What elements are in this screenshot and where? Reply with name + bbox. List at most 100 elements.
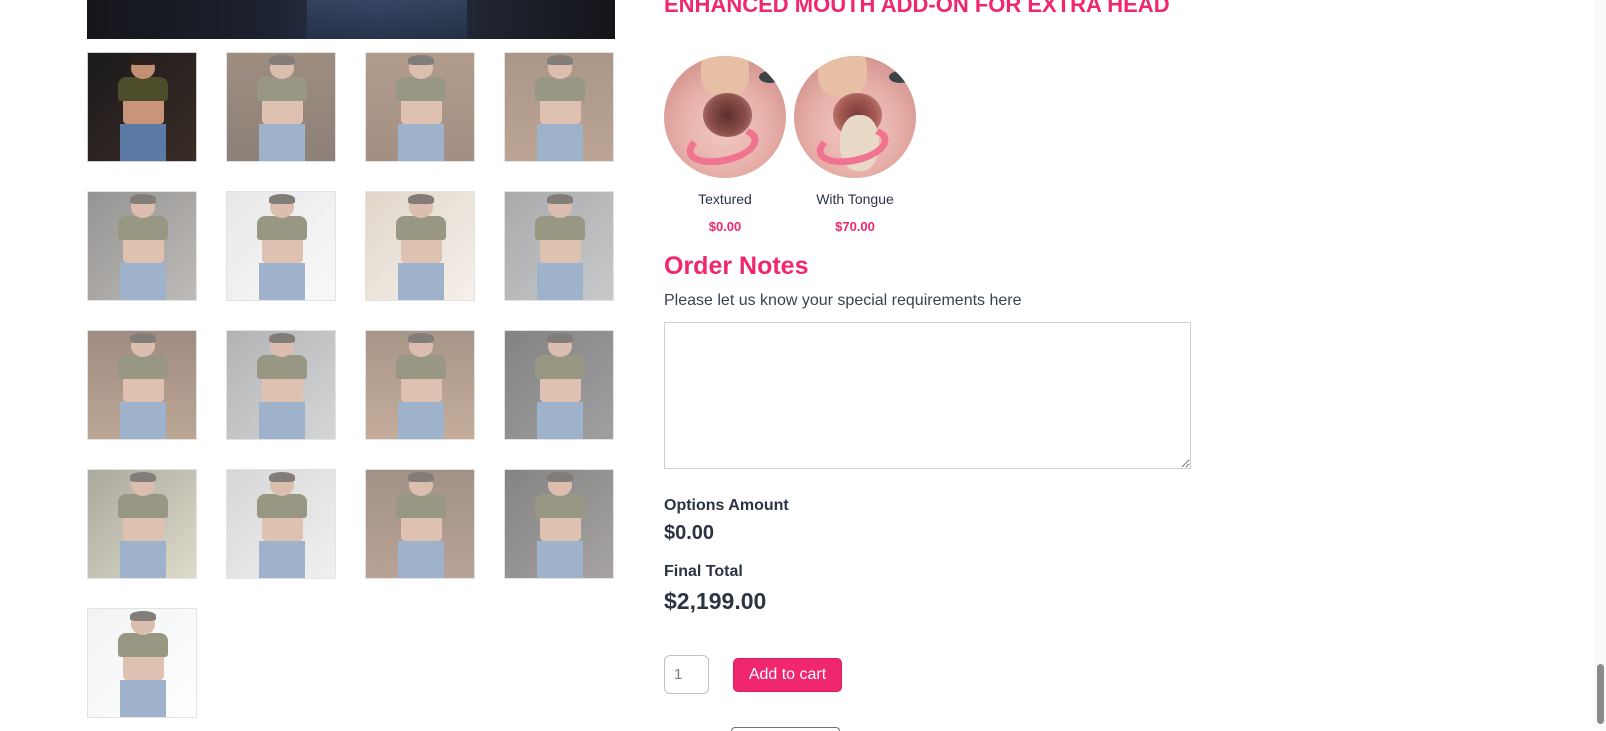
thumbnail-hair (269, 194, 296, 204)
thumbnail-background (88, 331, 196, 439)
thumbnail-legs (537, 263, 583, 300)
thumbnail-head (270, 335, 294, 357)
thumbnail-torso (261, 96, 303, 125)
thumbnail-background (227, 192, 335, 300)
order-notes-hint: Please let us know your special requirem… (664, 292, 1022, 309)
thumbnail-torso (400, 513, 442, 542)
gallery-thumbnail[interactable] (504, 52, 614, 162)
gallery-thumbnail[interactable] (365, 469, 475, 579)
gallery-thumbnail[interactable] (87, 330, 197, 440)
option-with-tongue[interactable]: With Tongue $70.00 (794, 56, 916, 234)
thumbnail-hair (269, 55, 296, 65)
textured-swatch-image[interactable] (664, 56, 786, 178)
thumbnail-hair (130, 472, 157, 482)
gallery-thumbnail[interactable] (87, 52, 197, 162)
thumbnail-shirt (396, 493, 446, 518)
order-notes-heading: Order Notes (664, 252, 809, 280)
quantity-input[interactable] (664, 655, 709, 694)
gallery-thumbnail[interactable] (226, 191, 336, 301)
thumbnail-torso (539, 374, 581, 403)
addon-title: ENHANCED MOUTH ADD-ON FOR EXTRA HEAD (664, 0, 1170, 17)
thumbnail-hair (408, 333, 435, 343)
thumbnail-head (548, 57, 572, 79)
gallery-thumbnail[interactable] (504, 469, 614, 579)
thumbnail-background (366, 470, 474, 578)
add-to-cart-button[interactable]: Add to cart (733, 658, 842, 692)
thumbnail-head (270, 474, 294, 496)
thumbnail-background (227, 470, 335, 578)
thumbnail-background (366, 331, 474, 439)
final-total-label: Final Total (664, 563, 743, 580)
thumbnail-hair (269, 333, 296, 343)
thumbnail-background (227, 331, 335, 439)
thumbnail-head (131, 474, 155, 496)
main-product-image[interactable] (87, 0, 615, 39)
swatch-finger (700, 56, 750, 98)
thumbnail-torso (539, 96, 581, 125)
swatch-eye (759, 70, 782, 83)
thumbnail-hair (547, 333, 574, 343)
thumbnail-legs (537, 402, 583, 439)
option-label: With Tongue (816, 191, 894, 207)
option-label: Textured (698, 191, 752, 207)
thumbnail-background (505, 470, 613, 578)
gallery-thumbnail[interactable] (365, 191, 475, 301)
thumbnail-background (88, 470, 196, 578)
gallery-thumbnail[interactable] (226, 330, 336, 440)
thumbnail-hair (547, 55, 574, 65)
thumbnail-torso (400, 235, 442, 264)
thumbnail-shirt (535, 354, 585, 379)
thumbnail-torso (122, 235, 164, 264)
thumbnail-hair (408, 472, 435, 482)
thumbnail-torso (122, 374, 164, 403)
option-price: $70.00 (835, 219, 875, 234)
thumbnail-hair (408, 194, 435, 204)
gallery-thumbnail[interactable] (87, 191, 197, 301)
swatch-finger (818, 56, 868, 98)
thumbnail-hair (130, 194, 157, 204)
gallery-thumbnail[interactable] (226, 469, 336, 579)
thumbnail-legs (259, 124, 305, 161)
thumbnail-shirt (535, 76, 585, 101)
thumbnail-shirt (396, 76, 446, 101)
scrollbar-thumb[interactable] (1597, 664, 1604, 724)
options-amount-label: Options Amount (664, 497, 789, 514)
thumbnail-background (366, 53, 474, 161)
thumbnail-hair (547, 472, 574, 482)
gallery-thumbnail[interactable] (365, 52, 475, 162)
thumbnail-legs (259, 263, 305, 300)
thumbnail-shirt (396, 354, 446, 379)
thumbnail-head (409, 57, 433, 79)
thumbnail-shirt (118, 632, 168, 657)
thumbnail-hair (130, 611, 157, 621)
order-notes-textarea[interactable] (664, 322, 1191, 469)
page-scrollbar[interactable] (1594, 0, 1606, 729)
thumbnail-torso (261, 374, 303, 403)
gallery-thumbnail[interactable] (504, 330, 614, 440)
gallery-thumbnail[interactable] (226, 52, 336, 162)
thumbnail-legs (120, 263, 166, 300)
thumbnail-torso (261, 513, 303, 542)
thumbnail-background (505, 331, 613, 439)
gallery-thumbnail[interactable] (87, 469, 197, 579)
thumbnail-legs (120, 541, 166, 578)
thumbnail-legs (537, 124, 583, 161)
thumbnail-legs (259, 541, 305, 578)
thumbnail-head (131, 196, 155, 218)
next-button-edge[interactable] (731, 727, 840, 731)
gallery-thumbnail[interactable] (504, 191, 614, 301)
thumbnail-legs (120, 680, 166, 717)
thumbnail-head (548, 335, 572, 357)
thumbnail-shirt (257, 493, 307, 518)
thumbnail-head (270, 196, 294, 218)
with-tongue-swatch-image[interactable] (794, 56, 916, 178)
gallery-thumbnail[interactable] (365, 330, 475, 440)
thumbnail-legs (120, 402, 166, 439)
thumbnail-background (88, 192, 196, 300)
thumbnail-legs (398, 263, 444, 300)
option-textured[interactable]: Textured $0.00 (664, 56, 786, 234)
gallery-thumbnail[interactable] (87, 608, 197, 718)
thumbnail-shirt (118, 354, 168, 379)
thumbnail-shirt (396, 215, 446, 240)
thumbnail-hair (547, 194, 574, 204)
